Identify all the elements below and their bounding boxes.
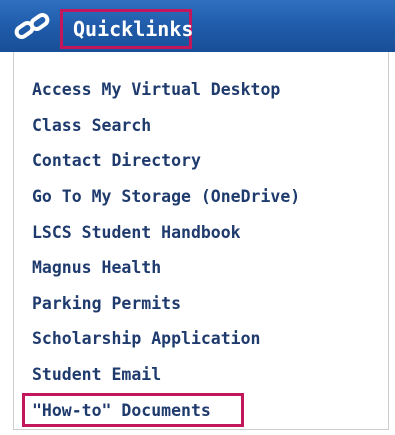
quicklink-label[interactable]: Student Email xyxy=(32,365,161,384)
quicklink-student-email[interactable]: Student Email xyxy=(32,357,300,393)
quicklink-magnus-health[interactable]: Magnus Health xyxy=(32,250,300,286)
quicklink-label[interactable]: Go To My Storage (OneDrive) xyxy=(32,187,300,206)
quicklink-onedrive-storage[interactable]: Go To My Storage (OneDrive) xyxy=(32,179,300,215)
quicklinks-title: Quicklinks xyxy=(73,17,194,41)
quicklinks-title-highlight[interactable]: Quicklinks xyxy=(60,9,194,49)
chain-link-icon xyxy=(13,12,53,42)
quicklink-class-search[interactable]: Class Search xyxy=(32,108,300,144)
quicklink-label[interactable]: Contact Directory xyxy=(32,151,201,170)
quicklink-scholarship-application[interactable]: Scholarship Application xyxy=(32,321,300,357)
quicklink-label[interactable]: Magnus Health xyxy=(32,258,161,277)
quicklink-parking-permits[interactable]: Parking Permits xyxy=(32,286,300,322)
quicklink-label[interactable]: Access My Virtual Desktop xyxy=(32,80,280,99)
quicklinks-header: Quicklinks xyxy=(0,0,395,52)
quicklink-how-to-documents[interactable]: "How-to" Documents xyxy=(22,392,300,428)
quicklink-label[interactable]: "How-to" Documents xyxy=(32,401,211,420)
quicklink-label[interactable]: Class Search xyxy=(32,116,151,135)
quicklink-label[interactable]: Scholarship Application xyxy=(32,329,260,348)
quicklink-student-handbook[interactable]: LSCS Student Handbook xyxy=(32,214,300,250)
quicklink-label[interactable]: LSCS Student Handbook xyxy=(32,223,241,242)
quicklink-contact-directory[interactable]: Contact Directory xyxy=(32,143,300,179)
quicklinks-list: Access My Virtual Desktop Class Search C… xyxy=(22,72,300,428)
quicklinks-panel: Access My Virtual Desktop Class Search C… xyxy=(13,52,389,430)
quicklink-virtual-desktop[interactable]: Access My Virtual Desktop xyxy=(32,72,300,108)
quicklink-label[interactable]: Parking Permits xyxy=(32,294,181,313)
quicklinks-widget: Quicklinks Access My Virtual Desktop Cla… xyxy=(0,0,395,435)
